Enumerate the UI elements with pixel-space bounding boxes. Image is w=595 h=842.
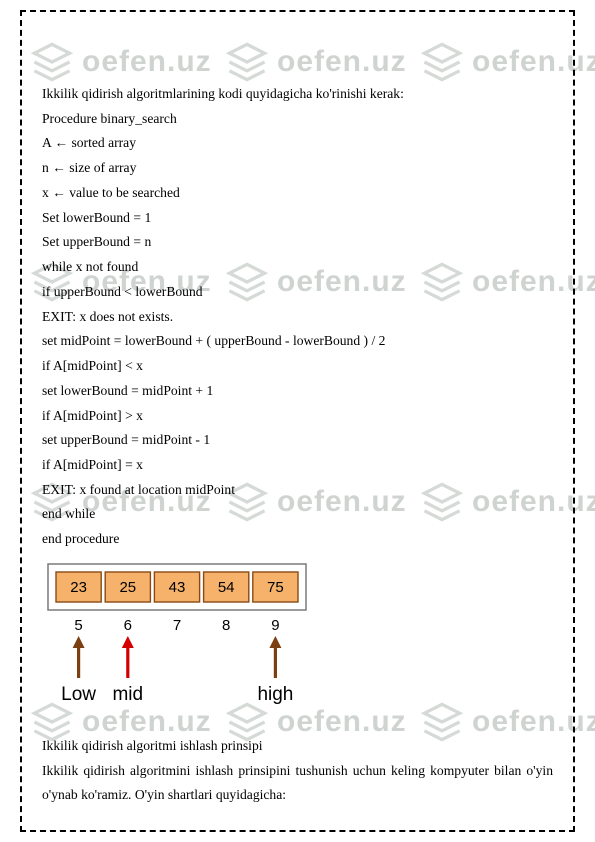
- svg-text:25: 25: [119, 579, 136, 596]
- code-line: set lowerBound = midPoint + 1: [42, 379, 553, 404]
- code-line: end procedure: [42, 527, 553, 552]
- svg-text:Low: Low: [61, 684, 96, 705]
- paragraph-heading: Ikkilik qidirish algoritmi ishlash prins…: [42, 734, 553, 759]
- code-line: EXIT: x found at location midPoint: [42, 478, 553, 503]
- svg-text:75: 75: [267, 579, 284, 596]
- code-line: if A[midPoint] > x: [42, 404, 553, 429]
- code-line: EXIT: x does not exists.: [42, 305, 553, 330]
- code-line: Set lowerBound = 1: [42, 206, 553, 231]
- svg-text:8: 8: [222, 617, 230, 634]
- svg-text:9: 9: [271, 617, 279, 634]
- code-line: x ← value to be searched: [42, 181, 553, 206]
- code-line: if A[midPoint] = x: [42, 453, 553, 478]
- svg-text:5: 5: [74, 617, 82, 634]
- code-line: set upperBound = midPoint - 1: [42, 428, 553, 453]
- binary-search-diagram: 23 25 43 54 75 5 6 7 8 9 Lowmid high: [42, 558, 312, 728]
- svg-text:54: 54: [218, 579, 235, 596]
- code-line: A ← sorted array: [42, 131, 553, 156]
- code-line: set midPoint = lowerBound + ( upperBound…: [42, 329, 553, 354]
- svg-text:6: 6: [124, 617, 132, 634]
- code-line: end while: [42, 502, 553, 527]
- code-line: Ikkilik qidirish algoritmlarining kodi q…: [42, 82, 553, 107]
- svg-text:mid: mid: [112, 684, 143, 705]
- paragraph-body: Ikkilik qidirish algoritmini ishlash pri…: [42, 759, 553, 808]
- code-line: while x not found: [42, 255, 553, 280]
- code-line: if upperBound < lowerBound: [42, 280, 553, 305]
- page-content: Ikkilik qidirish algoritmlarining kodi q…: [0, 0, 595, 838]
- svg-text:43: 43: [169, 579, 186, 596]
- code-line: n ← size of array: [42, 156, 553, 181]
- diagram-svg: 23 25 43 54 75 5 6 7 8 9 Lowmid high: [42, 558, 312, 728]
- svg-text:high: high: [257, 684, 293, 705]
- svg-text:7: 7: [173, 617, 181, 634]
- code-line: if A[midPoint] < x: [42, 354, 553, 379]
- code-line: Procedure binary_search: [42, 107, 553, 132]
- svg-text:23: 23: [70, 579, 87, 596]
- code-line: Set upperBound = n: [42, 230, 553, 255]
